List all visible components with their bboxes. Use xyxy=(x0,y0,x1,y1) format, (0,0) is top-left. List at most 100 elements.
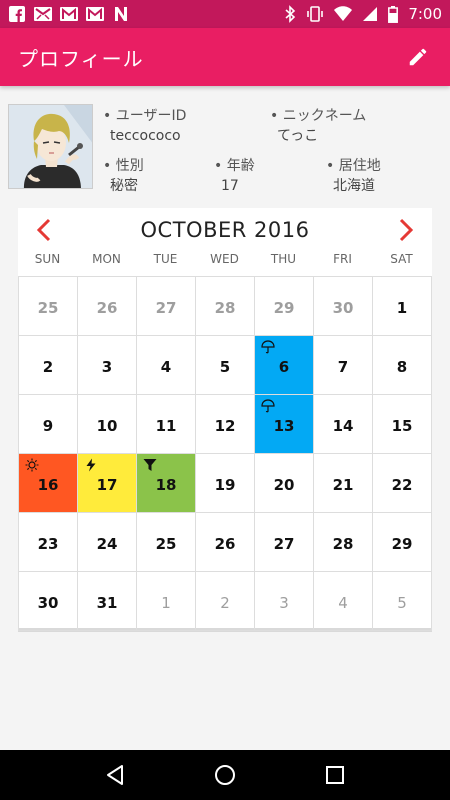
calendar-day-cell[interactable]: 29 xyxy=(255,277,314,336)
nickname-value: てっこ xyxy=(277,128,319,144)
calendar-day-cell[interactable]: 16 xyxy=(19,454,78,513)
calendar-day-cell[interactable]: 25 xyxy=(137,513,196,572)
calendar-day-number: 4 xyxy=(160,358,172,376)
gmail-icon xyxy=(86,6,104,22)
battery-icon xyxy=(388,5,399,23)
calendar-day-number: 26 xyxy=(96,299,118,317)
calendar-day-cell[interactable]: 30 xyxy=(19,572,78,631)
calendar-day-cell[interactable]: 15 xyxy=(373,395,432,454)
system-status-icons: 7:00 xyxy=(284,5,442,23)
dow-label: THU xyxy=(270,252,297,266)
avatar[interactable] xyxy=(8,104,93,189)
calendar-day-cell[interactable]: 30 xyxy=(314,277,373,336)
calendar-day-cell[interactable]: 19 xyxy=(196,454,255,513)
calendar-day-cell[interactable]: 4 xyxy=(314,572,373,631)
app-bar: プロフィール xyxy=(0,28,450,86)
back-button[interactable] xyxy=(100,760,130,790)
calendar-day-cell[interactable]: 6 xyxy=(255,336,314,395)
calendar-day-cell[interactable]: 27 xyxy=(255,513,314,572)
profile-section: ユーザーID teccococo ニックネーム てっこ 性別 秘密 年齢 17 … xyxy=(8,104,442,196)
calendar-day-cell[interactable]: 14 xyxy=(314,395,373,454)
calendar-month-title: OCTOBER 2016 xyxy=(140,218,310,242)
calendar-day-cell[interactable]: 31 xyxy=(78,572,137,631)
calendar-day-cell[interactable]: 27 xyxy=(137,277,196,336)
calendar-day-cell[interactable]: 25 xyxy=(19,277,78,336)
calendar-day-cell[interactable]: 28 xyxy=(314,513,373,572)
calendar-day-cell[interactable]: 11 xyxy=(137,395,196,454)
recents-button[interactable] xyxy=(320,760,350,790)
calendar-day-cell[interactable]: 2 xyxy=(196,572,255,631)
calendar-day-number: 24 xyxy=(96,535,118,553)
age-label: 年齢 xyxy=(214,158,255,174)
calendar-day-number: 21 xyxy=(332,476,354,494)
calendar-day-number: 8 xyxy=(396,358,408,376)
calendar-header: OCTOBER 2016 xyxy=(18,208,432,252)
calendar-day-number: 16 xyxy=(37,476,59,494)
dow-label: FRI xyxy=(333,252,352,266)
calendar-day-cell[interactable]: 26 xyxy=(78,277,137,336)
calendar-day-cell[interactable]: 28 xyxy=(196,277,255,336)
age-value: 17 xyxy=(221,178,239,194)
nickname-label: ニックネーム xyxy=(270,108,366,124)
calendar-day-number: 22 xyxy=(391,476,413,494)
calendar-day-cell[interactable]: 1 xyxy=(137,572,196,631)
calendar-day-number: 2 xyxy=(220,594,230,612)
dow-label: MON xyxy=(92,252,121,266)
facebook-icon xyxy=(8,6,26,22)
previous-month-button[interactable] xyxy=(30,216,58,244)
calendar-day-cell[interactable]: 8 xyxy=(373,336,432,395)
next-month-button[interactable] xyxy=(392,216,420,244)
calendar-day-number: 31 xyxy=(96,594,118,612)
calendar-day-cell[interactable]: 12 xyxy=(196,395,255,454)
calendar-day-cell[interactable]: 5 xyxy=(196,336,255,395)
calendar-day-number: 17 xyxy=(96,476,118,494)
calendar-day-cell[interactable]: 23 xyxy=(19,513,78,572)
lightning-icon xyxy=(84,458,98,472)
calendar-day-cell[interactable]: 18 xyxy=(137,454,196,513)
home-button[interactable] xyxy=(210,760,240,790)
calendar-day-cell[interactable]: 2 xyxy=(19,336,78,395)
calendar-day-number: 27 xyxy=(273,535,295,553)
recents-icon xyxy=(326,766,344,784)
chevron-right-icon xyxy=(399,218,414,242)
calendar-day-cell[interactable]: 21 xyxy=(314,454,373,513)
dow-label: WED xyxy=(210,252,239,266)
user-id-value: teccococo xyxy=(110,128,181,144)
calendar-day-cell[interactable]: 26 xyxy=(196,513,255,572)
calendar-day-cell[interactable]: 22 xyxy=(373,454,432,513)
calendar-day-cell[interactable]: 17 xyxy=(78,454,137,513)
filter-icon xyxy=(143,458,157,472)
calendar-day-cell[interactable]: 20 xyxy=(255,454,314,513)
calendar-day-cell[interactable]: 5 xyxy=(373,572,432,631)
calendar-day-number: 29 xyxy=(273,299,295,317)
umbrella-icon xyxy=(261,340,275,354)
signal-icon xyxy=(362,6,378,22)
calendar: OCTOBER 2016 SUN MON TUE WED THU FRI SAT… xyxy=(18,208,432,632)
calendar-day-cell[interactable]: 10 xyxy=(78,395,137,454)
calendar-day-cell[interactable]: 7 xyxy=(314,336,373,395)
notification-icons xyxy=(8,6,130,22)
calendar-day-cell[interactable]: 4 xyxy=(137,336,196,395)
calendar-day-number: 25 xyxy=(37,299,59,317)
chevron-left-icon xyxy=(36,218,51,242)
calendar-day-cell[interactable]: 1 xyxy=(373,277,432,336)
edit-profile-button[interactable] xyxy=(404,43,432,71)
dow-label: SUN xyxy=(34,252,61,266)
calendar-day-cell[interactable]: 3 xyxy=(255,572,314,631)
system-nav-bar xyxy=(0,750,450,800)
news-icon xyxy=(112,6,130,22)
calendar-day-cell[interactable]: 3 xyxy=(78,336,137,395)
calendar-day-number: 23 xyxy=(37,535,59,553)
calendar-day-cell[interactable]: 13 xyxy=(255,395,314,454)
calendar-day-cell[interactable]: 9 xyxy=(19,395,78,454)
calendar-day-cell[interactable]: 29 xyxy=(373,513,432,572)
calendar-day-number: 19 xyxy=(214,476,236,494)
calendar-day-cell[interactable]: 24 xyxy=(78,513,137,572)
gender-label: 性別 xyxy=(103,158,144,174)
calendar-day-number: 5 xyxy=(397,594,407,612)
residence-label: 居住地 xyxy=(326,158,381,174)
residence-value: 北海道 xyxy=(333,178,375,194)
edit-pencil-icon xyxy=(409,48,427,66)
wifi-icon xyxy=(334,6,353,22)
clock: 7:00 xyxy=(408,5,442,23)
